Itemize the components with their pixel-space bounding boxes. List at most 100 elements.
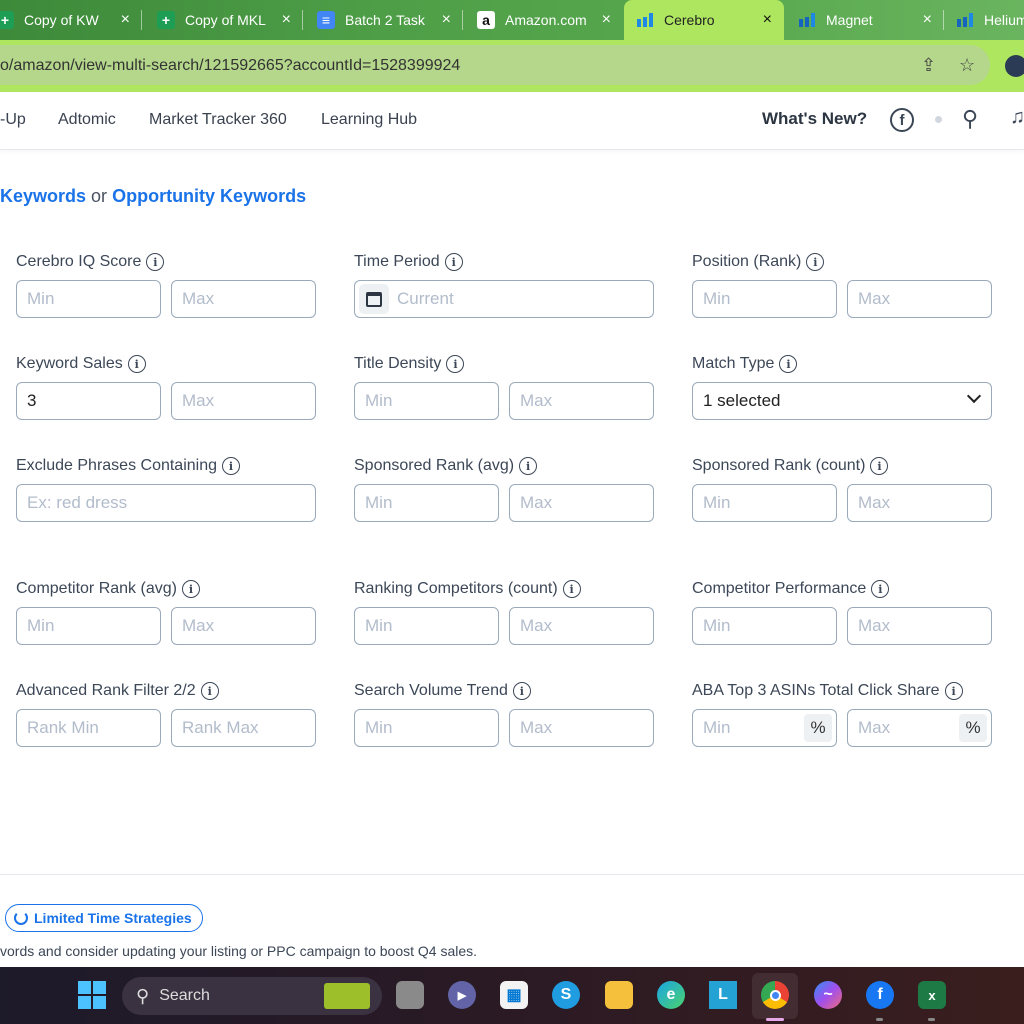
info-icon[interactable]: i bbox=[562, 580, 581, 598]
messenger-icon[interactable]: ~ bbox=[814, 981, 842, 1009]
tab-cerebro[interactable]: Cerebro × bbox=[624, 0, 784, 40]
time-period-input[interactable]: Current bbox=[354, 280, 654, 318]
filter-advanced-rank-filter-2-2: Advanced Rank Filter 2/2 i Rank Min Rank Ma… bbox=[16, 681, 316, 747]
share-icon[interactable]: ⇪ bbox=[921, 55, 936, 76]
info-icon[interactable]: i bbox=[519, 457, 538, 475]
min-input[interactable]: Rank Min bbox=[16, 709, 161, 747]
ai-search-icon[interactable]: ⚲ bbox=[962, 106, 978, 132]
calendar-icon[interactable] bbox=[359, 284, 389, 314]
max-input[interactable]: Max bbox=[171, 382, 316, 420]
tab-helium[interactable]: Helium bbox=[944, 0, 1024, 40]
filter-inputs: 3 Max bbox=[16, 382, 316, 420]
max-input[interactable]: Max bbox=[509, 709, 654, 747]
close-tab-icon[interactable]: × bbox=[602, 11, 611, 29]
input-placeholder: Max bbox=[182, 289, 215, 308]
bell-icon[interactable]: ♫ bbox=[1010, 106, 1024, 129]
filter-inputs: 1 selected bbox=[692, 382, 992, 420]
tab-batch-2-task[interactable]: ≡ Batch 2 Task × bbox=[303, 0, 463, 40]
info-icon[interactable]: i bbox=[870, 457, 889, 475]
match-type-select[interactable]: 1 selected bbox=[692, 382, 992, 420]
min-input[interactable]: Min bbox=[16, 607, 161, 645]
opportunity-keywords-link[interactable]: Opportunity Keywords bbox=[112, 186, 306, 206]
min-input[interactable]: Min% bbox=[692, 709, 837, 747]
tab-copy-of-mkl[interactable]: + Copy of MKL × bbox=[143, 0, 303, 40]
info-icon[interactable]: i bbox=[806, 253, 825, 271]
taskbar-search[interactable]: ⚲ Search bbox=[122, 977, 382, 1015]
close-tab-icon[interactable]: × bbox=[121, 11, 130, 29]
close-tab-icon[interactable]: × bbox=[442, 11, 451, 29]
tab-magnet[interactable]: Magnet × bbox=[784, 0, 944, 40]
facebook-icon[interactable]: f bbox=[890, 108, 914, 132]
star-icon[interactable]: ☆ bbox=[959, 55, 975, 76]
microsoft-store-icon[interactable]: ▦ bbox=[500, 981, 528, 1009]
excel-icon[interactable]: x bbox=[918, 981, 946, 1009]
filter-inputs: Min Max bbox=[692, 280, 992, 318]
max-input[interactable]: Max bbox=[509, 382, 654, 420]
windows-start-icon[interactable] bbox=[78, 981, 106, 1009]
search-icon: ⚲ bbox=[136, 985, 150, 1006]
min-input[interactable]: Min bbox=[692, 607, 837, 645]
nav-link-follow-up[interactable]: -Up bbox=[0, 111, 26, 129]
skype-icon[interactable]: S bbox=[552, 981, 580, 1009]
info-icon[interactable]: i bbox=[127, 355, 146, 373]
filter-sponsored-rank-count: Sponsored Rank (count) i Min Max bbox=[692, 456, 992, 522]
info-icon[interactable]: i bbox=[222, 457, 241, 475]
close-tab-icon[interactable]: × bbox=[763, 11, 772, 29]
input-placeholder: Max bbox=[520, 616, 553, 635]
timer-icon bbox=[14, 911, 28, 925]
info-icon[interactable]: i bbox=[181, 580, 200, 598]
max-input[interactable]: Max bbox=[509, 484, 654, 522]
max-input[interactable]: Max bbox=[171, 280, 316, 318]
exclude-phrases-input[interactable]: Ex: red dress bbox=[16, 484, 316, 522]
nav-link-adtomic[interactable]: Adtomic bbox=[58, 111, 116, 129]
min-input[interactable]: 3 bbox=[16, 382, 161, 420]
task-view-icon[interactable] bbox=[396, 981, 424, 1009]
min-input[interactable]: Min bbox=[354, 484, 499, 522]
filter-label: Advanced Rank Filter 2/2 i bbox=[16, 681, 316, 701]
min-input[interactable]: Min bbox=[354, 607, 499, 645]
chrome-icon[interactable] bbox=[761, 981, 789, 1009]
min-input[interactable]: Min bbox=[16, 280, 161, 318]
info-icon[interactable]: i bbox=[444, 253, 463, 271]
keywords-link[interactable]: Keywords bbox=[0, 186, 86, 206]
info-icon[interactable]: i bbox=[446, 355, 465, 373]
min-input[interactable]: Min bbox=[354, 382, 499, 420]
nav-link-learning-hub[interactable]: Learning Hub bbox=[321, 111, 417, 129]
filter-ranking-competitors-count: Ranking Competitors (count) i Min Max bbox=[354, 579, 654, 645]
tab-amazon[interactable]: a Amazon.com × bbox=[463, 0, 623, 40]
filter-label: Exclude Phrases Containing i bbox=[16, 456, 316, 476]
teams-meet-icon[interactable]: ▶ bbox=[448, 981, 476, 1009]
min-input[interactable]: Min bbox=[354, 709, 499, 747]
profile-avatar[interactable] bbox=[1005, 55, 1024, 77]
facebook-app-icon[interactable]: f bbox=[866, 981, 894, 1009]
tab-title: Magnet bbox=[826, 12, 873, 28]
info-icon[interactable]: i bbox=[146, 253, 165, 271]
max-input[interactable]: Max% bbox=[847, 709, 992, 747]
file-explorer-icon[interactable] bbox=[605, 981, 633, 1009]
info-icon[interactable]: i bbox=[944, 682, 963, 700]
min-input[interactable]: Min bbox=[692, 484, 837, 522]
whats-new-link[interactable]: What's New? bbox=[762, 109, 867, 129]
info-icon[interactable]: i bbox=[512, 682, 531, 700]
close-tab-icon[interactable]: × bbox=[923, 11, 932, 29]
input-value: 3 bbox=[27, 391, 37, 410]
max-input[interactable]: Max bbox=[847, 484, 992, 522]
input-placeholder: Ex: red dress bbox=[27, 493, 128, 512]
max-input[interactable]: Max bbox=[847, 280, 992, 318]
max-input[interactable]: Max bbox=[847, 607, 992, 645]
lingvanex-icon[interactable]: L bbox=[709, 981, 737, 1009]
info-icon[interactable]: i bbox=[200, 682, 219, 700]
info-icon[interactable]: i bbox=[779, 355, 798, 373]
limited-time-strategies-button[interactable]: Limited Time Strategies bbox=[5, 904, 203, 932]
url-text[interactable]: o/amazon/view-multi-search/121592665?acc… bbox=[0, 57, 460, 75]
min-input[interactable]: Min bbox=[692, 280, 837, 318]
filter-competitor-rank-avg: Competitor Rank (avg) i Min Max bbox=[16, 579, 316, 645]
max-input[interactable]: Rank Max bbox=[171, 709, 316, 747]
max-input[interactable]: Max bbox=[509, 607, 654, 645]
nav-link-market-tracker[interactable]: Market Tracker 360 bbox=[149, 111, 287, 129]
max-input[interactable]: Max bbox=[171, 607, 316, 645]
tab-copy-of-kw[interactable]: + Copy of KW × bbox=[0, 0, 142, 40]
close-tab-icon[interactable]: × bbox=[282, 11, 291, 29]
edge-icon[interactable]: e bbox=[657, 981, 685, 1009]
info-icon[interactable]: i bbox=[871, 580, 890, 598]
